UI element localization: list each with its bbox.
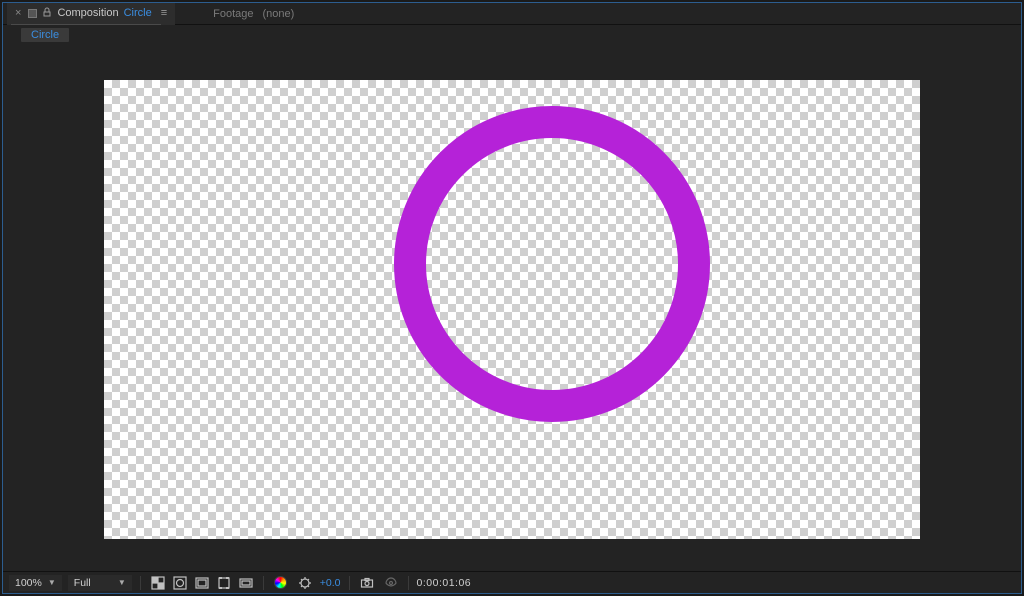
color-management-icon[interactable] bbox=[272, 575, 290, 591]
composition-name-link[interactable]: Circle bbox=[124, 7, 152, 19]
close-icon[interactable]: × bbox=[15, 7, 21, 19]
panel-menu-icon[interactable]: ≡ bbox=[161, 7, 167, 19]
panel-tab-bar: × Composition Circle ≡ Footage (none) bbox=[3, 3, 1021, 25]
chevron-down-icon: ▼ bbox=[48, 578, 56, 587]
composition-tab[interactable]: × Composition Circle ≡ bbox=[7, 3, 175, 25]
channels-icon[interactable] bbox=[237, 575, 255, 591]
safe-zones-icon[interactable] bbox=[193, 575, 211, 591]
composition-flowchart-bar: Circle bbox=[3, 25, 1021, 45]
toggle-mask-icon[interactable] bbox=[171, 575, 189, 591]
viewer-footer: 100% ▼ Full ▼ bbox=[3, 571, 1021, 593]
reset-exposure-icon[interactable] bbox=[296, 575, 314, 591]
separator bbox=[408, 576, 409, 590]
chevron-down-icon: ▼ bbox=[118, 578, 126, 587]
footage-tab[interactable]: Footage (none) bbox=[205, 3, 302, 25]
tab-label: Footage bbox=[213, 8, 253, 20]
tab-label: Composition bbox=[57, 7, 118, 19]
show-snapshot-icon[interactable] bbox=[382, 575, 400, 591]
tab-underline bbox=[11, 24, 161, 25]
snapshot-icon[interactable] bbox=[358, 575, 376, 591]
resolution-dropdown[interactable]: Full ▼ bbox=[68, 575, 132, 591]
composition-viewport[interactable] bbox=[3, 47, 1021, 571]
magnification-dropdown[interactable]: 100% ▼ bbox=[9, 575, 62, 591]
transparency-grid-icon[interactable] bbox=[149, 575, 167, 591]
separator bbox=[349, 576, 350, 590]
square-icon bbox=[28, 9, 37, 18]
transparency-grid-canvas[interactable] bbox=[104, 80, 920, 539]
resolution-value: Full bbox=[74, 577, 91, 589]
exposure-value[interactable]: +0.0 bbox=[320, 577, 341, 589]
lock-icon[interactable] bbox=[42, 7, 52, 20]
separator bbox=[263, 576, 264, 590]
separator bbox=[140, 576, 141, 590]
current-timecode[interactable]: 0:00:01:06 bbox=[417, 577, 472, 589]
viewer-toggle-group bbox=[149, 575, 255, 591]
composition-panel: × Composition Circle ≡ Footage (none) Ci… bbox=[2, 2, 1022, 594]
footage-value: (none) bbox=[263, 8, 295, 20]
zoom-value: 100% bbox=[15, 577, 42, 589]
breadcrumb-current[interactable]: Circle bbox=[21, 28, 69, 42]
circle-shape-layer[interactable] bbox=[394, 106, 710, 422]
region-of-interest-icon[interactable] bbox=[215, 575, 233, 591]
